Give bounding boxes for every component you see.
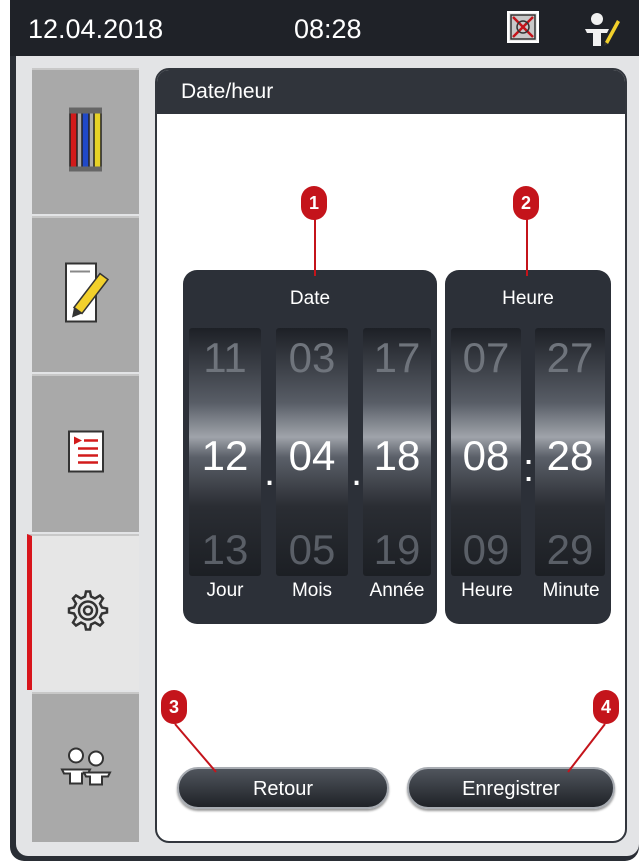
callout-4: 4 [593, 690, 619, 724]
callout-3: 3 [161, 690, 187, 724]
callout-lines-overlay [174, 723, 606, 773]
